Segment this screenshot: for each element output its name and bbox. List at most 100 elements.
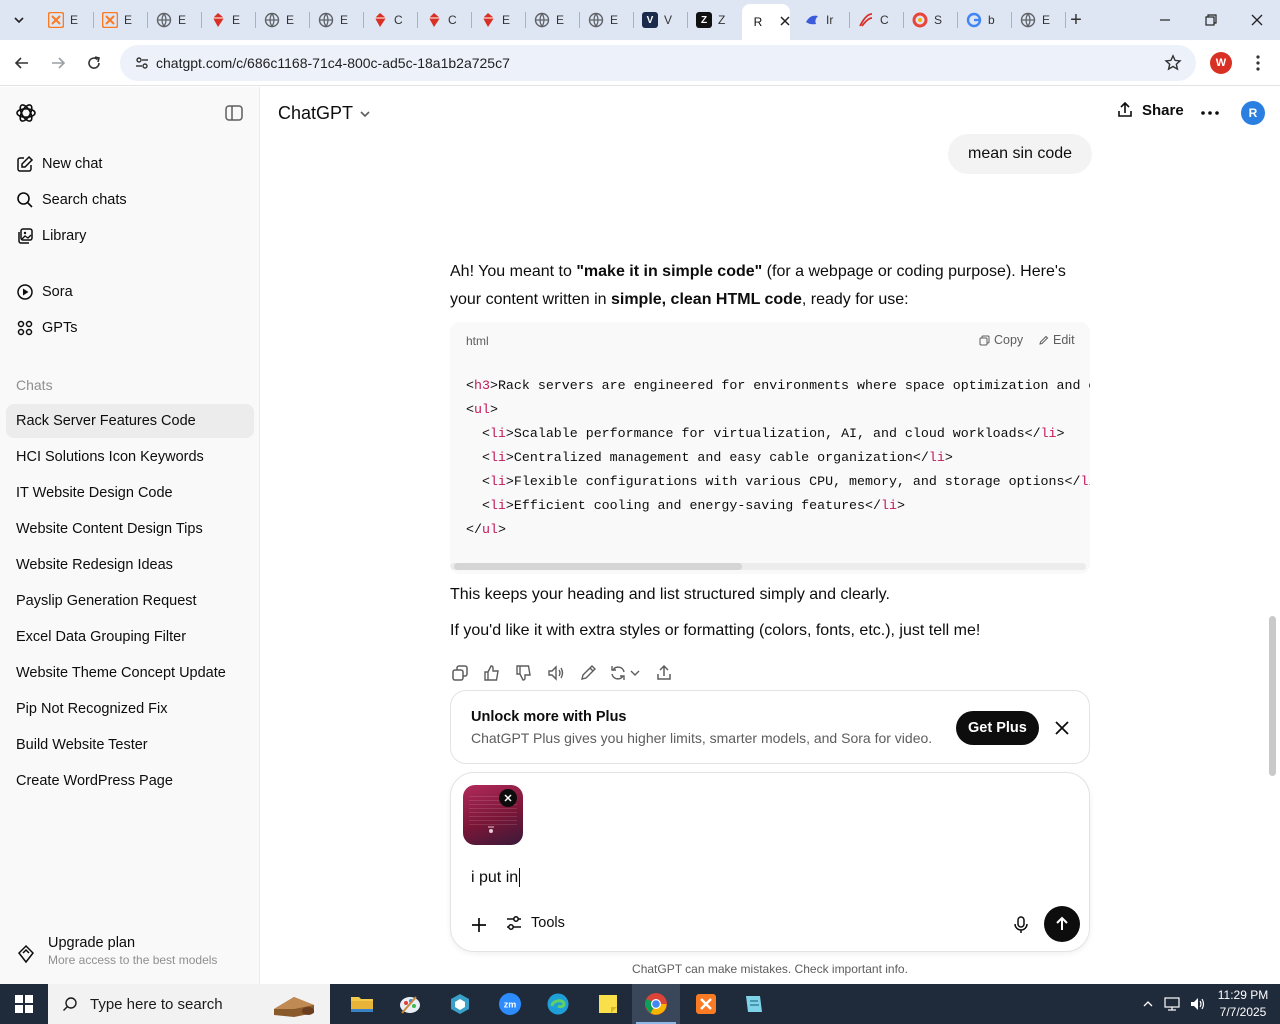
- send-button[interactable]: [1044, 906, 1080, 942]
- browser-tab[interactable]: E: [202, 6, 254, 34]
- chevron-down-icon: [360, 110, 370, 117]
- taskbar-clock[interactable]: 11:29 PM 7/7/2025: [1212, 987, 1274, 1021]
- edit-in-canvas-button[interactable]: [578, 662, 598, 684]
- sidebar-chat-item[interactable]: HCI Solutions Icon Keywords: [6, 440, 254, 474]
- add-attachment-button[interactable]: [467, 913, 491, 937]
- close-icon: [504, 794, 512, 802]
- sidebar-chat-item[interactable]: Website Theme Concept Update: [6, 656, 254, 690]
- copy-message-button[interactable]: [450, 662, 470, 684]
- sidebar-chat-item[interactable]: Excel Data Grouping Filter: [6, 620, 254, 654]
- browser-tab[interactable]: VV: [634, 6, 686, 34]
- browser-tab[interactable]: C: [418, 6, 470, 34]
- browser-tab[interactable]: b: [958, 6, 1010, 34]
- sidebar-chat-item[interactable]: Payslip Generation Request: [6, 584, 254, 618]
- remove-attachment-button[interactable]: [499, 789, 517, 807]
- close-tab-icon[interactable]: [780, 15, 790, 29]
- taskbar-search-box[interactable]: Type here to search: [48, 984, 330, 1024]
- taskbar-sticky-notes[interactable]: [584, 984, 632, 1024]
- dictate-button[interactable]: [1009, 913, 1033, 937]
- browser-tab[interactable]: E: [256, 6, 308, 34]
- taskbar-chrome[interactable]: [632, 984, 680, 1024]
- reload-button[interactable]: [81, 50, 107, 76]
- address-bar[interactable]: chatgpt.com/c/686c1168-71c4-800c-ad5c-18…: [120, 45, 1196, 81]
- browser-tab[interactable]: E: [148, 6, 200, 34]
- browser-tab-label: Z: [718, 13, 726, 27]
- more-options-button[interactable]: [1198, 101, 1222, 125]
- forward-button[interactable]: [45, 50, 71, 76]
- sidebar-chat-item[interactable]: Rack Server Features Code: [6, 404, 254, 438]
- sidebar-chat-item[interactable]: Pip Not Recognized Fix: [6, 692, 254, 726]
- z-logo-icon: Z: [696, 12, 712, 28]
- tools-button[interactable]: Tools: [505, 914, 565, 932]
- prompt-input[interactable]: i put in: [471, 868, 521, 887]
- sidebar-chat-item[interactable]: Website Content Design Tips: [6, 512, 254, 546]
- edit-label: Edit: [1053, 333, 1075, 347]
- sidebar-item-gpts[interactable]: GPTs: [6, 311, 254, 345]
- browser-tab[interactable]: ZZ: [688, 6, 740, 34]
- sidebar-toggle-icon[interactable]: [224, 103, 244, 123]
- taskbar-zoom[interactable]: zm: [486, 984, 534, 1024]
- share-message-button[interactable]: [654, 662, 674, 684]
- play-circle-icon: [17, 284, 33, 300]
- sidebar-item-sora[interactable]: Sora: [6, 275, 254, 309]
- bad-response-button[interactable]: [514, 662, 534, 684]
- bookmark-star-icon[interactable]: [1164, 54, 1182, 77]
- browser-tab[interactable]: Ir: [796, 6, 848, 34]
- taskbar-file-explorer[interactable]: [338, 984, 386, 1024]
- browser-menu-button[interactable]: [1248, 52, 1268, 74]
- browser-tab[interactable]: C: [364, 6, 416, 34]
- read-aloud-button[interactable]: [546, 662, 566, 684]
- volume-icon[interactable]: [1190, 997, 1206, 1011]
- taskbar-app-notes[interactable]: [730, 984, 778, 1024]
- tab-search-dropdown[interactable]: [6, 8, 32, 32]
- minimize-button[interactable]: [1142, 0, 1188, 40]
- regenerate-button[interactable]: [610, 662, 642, 684]
- close-window-button[interactable]: [1234, 0, 1280, 40]
- sidebar-chat-item[interactable]: Website Redesign Ideas: [6, 548, 254, 582]
- browser-tab[interactable]: E: [310, 6, 362, 34]
- start-button[interactable]: [0, 984, 48, 1024]
- sidebar-item-label: Sora: [42, 284, 73, 300]
- sidebar-item-search-chats[interactable]: Search chats: [6, 183, 254, 217]
- browser-tab[interactable]: E: [94, 6, 146, 34]
- model-selector[interactable]: ChatGPT: [278, 103, 371, 124]
- browser-tab[interactable]: E: [40, 6, 92, 34]
- network-icon[interactable]: [1164, 997, 1180, 1011]
- browser-tab[interactable]: E: [1012, 6, 1064, 34]
- site-info-icon[interactable]: [128, 55, 156, 71]
- sidebar-chat-item[interactable]: Build Website Tester: [6, 728, 254, 762]
- taskbar-app-hexagon[interactable]: [436, 984, 484, 1024]
- taskbar-xampp[interactable]: [682, 984, 730, 1024]
- upgrade-plan-button[interactable]: Upgrade plan More access to the best mod…: [6, 935, 254, 975]
- sidebar-chat-item[interactable]: Create WordPress Page: [6, 764, 254, 798]
- browser-tab[interactable]: C: [850, 6, 902, 34]
- browser-tab[interactable]: R: [742, 4, 790, 40]
- conversation-scrollbar[interactable]: [1267, 142, 1277, 984]
- copy-code-button[interactable]: Copy: [979, 333, 1023, 347]
- browser-profile-avatar[interactable]: W: [1210, 52, 1232, 74]
- edit-code-button[interactable]: Edit: [1038, 333, 1075, 347]
- browser-tab[interactable]: E: [580, 6, 632, 34]
- browser-tab[interactable]: E: [472, 6, 524, 34]
- sidebar-chat-item[interactable]: IT Website Design Code: [6, 476, 254, 510]
- taskbar-edge[interactable]: [534, 984, 582, 1024]
- code-horizontal-scrollbar[interactable]: [450, 562, 1090, 570]
- restore-button[interactable]: [1188, 0, 1234, 40]
- good-response-button[interactable]: [482, 662, 502, 684]
- grid-icon: [17, 320, 33, 336]
- close-banner-button[interactable]: [1052, 718, 1072, 738]
- chatgpt-logo-icon[interactable]: [14, 101, 38, 125]
- browser-tab[interactable]: S: [904, 6, 956, 34]
- share-button[interactable]: Share: [1116, 101, 1184, 119]
- intro-bold-1: "make it in simple code": [576, 263, 763, 280]
- browser-tab[interactable]: E: [526, 6, 578, 34]
- user-avatar[interactable]: R: [1241, 101, 1265, 125]
- upgrade-subtitle: More access to the best models: [48, 953, 218, 967]
- back-button[interactable]: [9, 50, 35, 76]
- sidebar-item-new-chat[interactable]: New chat: [6, 147, 254, 181]
- sidebar-item-library[interactable]: Library: [6, 219, 254, 253]
- new-tab-button[interactable]: +: [1064, 8, 1088, 32]
- get-plus-button[interactable]: Get Plus: [956, 711, 1039, 745]
- taskbar-paint-app[interactable]: [386, 984, 434, 1024]
- chevron-up-icon[interactable]: [1142, 998, 1154, 1010]
